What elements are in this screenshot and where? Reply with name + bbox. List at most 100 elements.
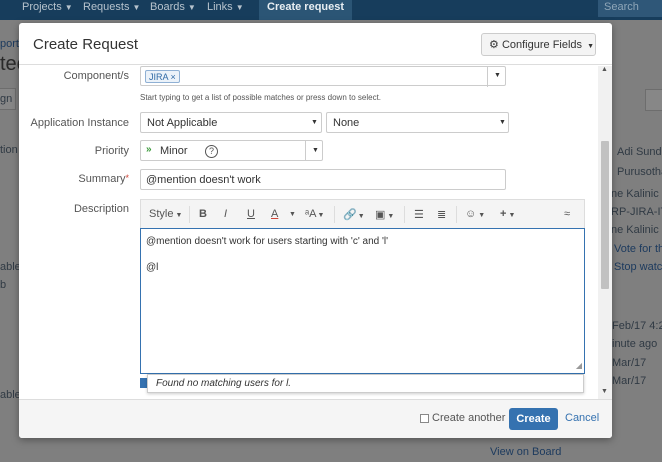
bg-watch-link[interactable]: Stop watch xyxy=(614,261,662,273)
nav-requests-label: Requests xyxy=(83,1,130,13)
summary-label: Summary* xyxy=(19,173,129,185)
component-hint: Start typing to get a list of possible m… xyxy=(140,93,382,102)
bg-view-on-board-link[interactable]: View on Board xyxy=(490,446,561,458)
nav-boards-label: Boards xyxy=(150,1,185,13)
gear-icon: ⚙ xyxy=(489,39,499,51)
bg-person: ne Kalinic xyxy=(611,188,659,200)
priority-value: Minor xyxy=(160,145,188,157)
bg-person: ne Kalinic xyxy=(611,224,659,236)
application-instance-secondary-select[interactable]: None ▼ xyxy=(326,112,509,133)
chevron-down-icon: ▼ xyxy=(499,119,506,126)
remove-tag-icon[interactable]: × xyxy=(171,72,176,82)
chevron-down-icon: ▼ xyxy=(175,212,183,219)
collapse-toolbar-icon[interactable]: ≈ xyxy=(564,208,570,220)
dialog-header: Create Request ⚙ Configure Fields ▼ xyxy=(19,23,612,65)
text-size-icon[interactable]: ᵃA▼ xyxy=(305,208,324,220)
scroll-up-icon[interactable]: ▲ xyxy=(601,66,608,73)
chevron-down-icon: ▼ xyxy=(587,43,595,50)
dialog-title: Create Request xyxy=(33,36,139,53)
bg-person: RP-JIRA-IT xyxy=(611,206,662,218)
numbered-list-icon[interactable]: ≣ xyxy=(437,208,446,221)
emoticon-icon[interactable]: ☺ ▼ xyxy=(465,208,485,220)
chevron-down-icon: ▼ xyxy=(132,3,141,12)
component-separator xyxy=(487,67,488,87)
style-dropdown[interactable]: Style ▼ xyxy=(149,208,182,220)
editor-toolbar: Style ▼ B I U A ▼ ᵃA▼ 🔗▼ ▣ ▼ ☰ ≣ ☺ ▼ + ▼ ≈ xyxy=(140,199,585,229)
chevron-down-icon: ▼ xyxy=(64,3,73,12)
toolbar-separator xyxy=(189,206,190,223)
required-indicator: * xyxy=(125,173,129,183)
description-blank-line xyxy=(146,248,579,261)
application-instance-select[interactable]: Not Applicable ▼ xyxy=(140,112,322,133)
component-picker[interactable]: JIRA × ▼ xyxy=(140,66,506,87)
bg-date: Feb/17 4:2 xyxy=(612,320,662,332)
scrollbar-thumb[interactable] xyxy=(601,141,609,289)
cancel-link[interactable]: Cancel xyxy=(565,412,599,424)
chevron-down-icon: ▼ xyxy=(311,119,318,126)
nav-create-request-button[interactable]: Create request xyxy=(259,0,353,20)
nav-projects-label: Projects xyxy=(22,1,62,13)
text-color-button[interactable]: A xyxy=(271,208,278,220)
bg-person: Purusotha xyxy=(617,166,662,178)
italic-button[interactable]: I xyxy=(224,208,227,220)
description-editor[interactable]: @mention doesn't work for users starting… xyxy=(140,228,585,374)
bg-left-text: able xyxy=(0,261,21,273)
bg-left-text: b xyxy=(0,279,7,291)
resize-handle-icon[interactable]: ◢ xyxy=(576,359,582,372)
priority-separator xyxy=(305,141,306,161)
nav-boards[interactable]: Boards ▼ xyxy=(150,0,196,20)
configure-fields-button[interactable]: ⚙ Configure Fields ▼ xyxy=(481,33,596,56)
bg-person: Adi Sunda xyxy=(617,146,662,158)
toolbar-separator xyxy=(404,206,405,223)
chevron-down-icon: ▼ xyxy=(312,147,319,154)
create-another-checkbox[interactable] xyxy=(420,414,429,423)
toolbar-separator xyxy=(456,206,457,223)
create-request-dialog: Create Request ⚙ Configure Fields ▼ Comp… xyxy=(19,23,612,438)
link-icon[interactable]: 🔗▼ xyxy=(343,208,365,221)
application-instance-label: Application Instance xyxy=(30,117,129,129)
insert-more-icon[interactable]: + ▼ xyxy=(500,208,515,220)
description-label: Description xyxy=(73,203,129,215)
application-instance-value: Not Applicable xyxy=(147,117,218,129)
top-search-input[interactable]: Search xyxy=(598,0,662,17)
component-label: Component/s xyxy=(63,70,129,82)
bg-right-button[interactable] xyxy=(645,89,662,111)
chevron-down-icon[interactable]: ▼ xyxy=(494,72,501,79)
chevron-down-icon: ▼ xyxy=(235,3,244,12)
priority-label: Priority xyxy=(94,145,129,157)
bg-vote-link[interactable]: Vote for th xyxy=(614,243,662,255)
configure-fields-label: Configure Fields xyxy=(501,39,583,51)
chevron-down-icon[interactable]: ▼ xyxy=(289,211,296,218)
dialog-body: Component/s JIRA × ▼ Start typing to get… xyxy=(19,66,612,399)
bg-date: Mar/17 xyxy=(612,375,647,387)
nav-links-label: Links xyxy=(207,1,233,13)
create-button[interactable]: Create xyxy=(509,408,558,430)
bg-left-text: tion xyxy=(0,144,18,156)
bold-button[interactable]: B xyxy=(199,208,207,220)
bg-left-text: able xyxy=(0,389,21,401)
scroll-down-icon[interactable]: ▼ xyxy=(601,388,608,395)
top-navigation: Projects ▼ Requests ▼ Boards ▼ Links ▼ Creat… xyxy=(0,0,662,20)
nav-links[interactable]: Links ▼ xyxy=(207,0,244,20)
application-instance-secondary-value: None xyxy=(333,117,360,129)
mention-suggestion-popup: Found no matching users for l. xyxy=(147,374,584,393)
summary-input[interactable]: @mention doesn't work xyxy=(140,169,506,190)
create-another-label[interactable]: Create another xyxy=(432,412,505,424)
dialog-footer: Create another Create Cancel xyxy=(19,399,612,438)
toolbar-separator xyxy=(334,206,335,223)
underline-button[interactable]: U xyxy=(247,208,255,220)
component-tag-label: JIRA xyxy=(149,72,169,82)
help-icon[interactable]: ? xyxy=(205,145,218,158)
description-line: @mention doesn't work for users starting… xyxy=(146,236,389,247)
bg-date: Mar/17 xyxy=(612,357,647,369)
nav-requests[interactable]: Requests ▼ xyxy=(83,0,140,20)
image-icon[interactable]: ▣ ▼ xyxy=(375,208,394,221)
bg-breadcrumb[interactable]: port xyxy=(0,38,19,50)
dialog-scrollbar[interactable]: ▲ ▼ xyxy=(598,66,612,399)
bullet-list-icon[interactable]: ☰ xyxy=(414,208,424,221)
priority-select[interactable]: » Minor ▼ xyxy=(140,140,323,161)
bg-date: inute ago xyxy=(612,338,658,350)
bg-button-label: gn xyxy=(0,93,13,105)
nav-projects[interactable]: Projects ▼ xyxy=(22,0,73,20)
chevron-down-icon: ▼ xyxy=(187,3,196,12)
